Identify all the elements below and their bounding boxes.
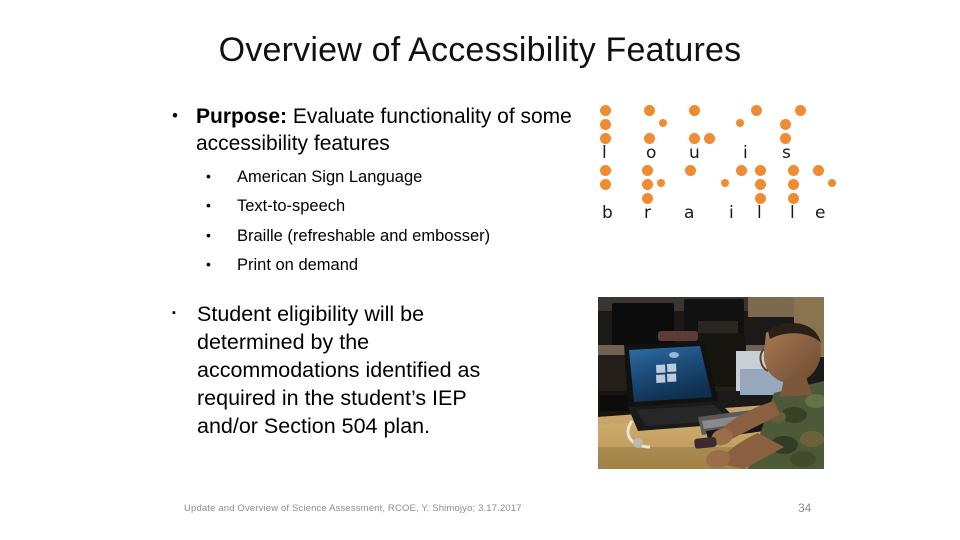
braille-letter: r: [644, 203, 651, 223]
bullet-marker-dot: •: [206, 226, 211, 243]
louis-braille-logo: l o u i s b r a i l l e: [596, 104, 836, 224]
list-item: • Print on demand: [206, 257, 592, 274]
footer-source-note: Update and Overview of Science Assessmen…: [184, 503, 522, 514]
braille-dot: [644, 105, 655, 116]
page-title: Overview of Accessibility Features: [218, 31, 742, 69]
braille-dot: [780, 119, 791, 130]
braille-dot: [795, 105, 806, 116]
braille-dot: [721, 179, 729, 187]
braille-row-louis: l o u i s: [596, 104, 830, 164]
braille-letter: l: [602, 143, 607, 163]
student-braille-display-photo: [598, 297, 824, 469]
bullet-marker-dot: •: [206, 167, 211, 184]
bullet-marker-dot: •: [172, 106, 178, 125]
braille-dot: [736, 165, 747, 176]
braille-dot: [788, 165, 799, 176]
braille-letter: s: [782, 143, 791, 163]
braille-dot: [659, 119, 667, 127]
braille-dot: [751, 105, 762, 116]
bullet-purpose-lead: Purpose:: [196, 105, 293, 128]
bullet-purpose-text: Purpose: Evaluate functionality of some …: [196, 104, 592, 158]
list-item-label: Print on demand: [237, 256, 359, 275]
slide-body-content: • Purpose: Evaluate functionality of som…: [172, 104, 592, 440]
braille-letter: o: [646, 143, 657, 163]
braille-dot: [685, 165, 696, 176]
braille-letter: u: [689, 143, 700, 163]
braille-letter: i: [743, 143, 748, 163]
braille-dot: [657, 179, 665, 187]
braille-dot: [788, 179, 799, 190]
braille-cell-i2: [721, 164, 747, 224]
braille-cell-i: [736, 104, 762, 164]
accessibility-feature-list: • American Sign Language • Text-to-speec…: [206, 167, 592, 274]
bullet-marker-dot: •: [206, 197, 211, 214]
list-item-label: Text-to-speech: [237, 197, 346, 216]
braille-dot: [689, 105, 700, 116]
braille-dot: [642, 179, 653, 190]
braille-row-braille: b r a i l l e: [596, 164, 836, 224]
bullet-eligibility-text: Student eligibility will be determined b…: [197, 301, 481, 438]
bullet-marker-square: ▪: [172, 306, 176, 319]
braille-dot: [736, 119, 744, 127]
bullet-eligibility-block: ▪ Student eligibility will be determined…: [172, 301, 592, 441]
braille-dot: [704, 133, 715, 144]
list-item: • American Sign Language: [206, 167, 592, 186]
bullet-purpose: • Purpose: Evaluate functionality of som…: [172, 104, 592, 158]
braille-letter: b: [602, 203, 613, 223]
braille-letter: i: [729, 203, 734, 223]
bullet-marker-dot: •: [206, 256, 211, 273]
braille-dot: [828, 179, 836, 187]
list-item: • Braille (refreshable and embosser): [206, 226, 592, 245]
list-item: • Text-to-speech: [206, 198, 592, 215]
braille-dot: [755, 165, 766, 176]
braille-letter: l: [757, 203, 762, 223]
braille-letter: l: [790, 203, 795, 223]
braille-dot: [755, 179, 766, 190]
braille-dot: [642, 165, 653, 176]
braille-dot: [600, 119, 611, 130]
braille-dot: [600, 165, 611, 176]
photo-illustration: [598, 297, 824, 469]
braille-dot: [600, 105, 611, 116]
bullet-eligibility: ▪ Student eligibility will be determined…: [172, 301, 592, 441]
braille-letter: e: [815, 203, 826, 223]
list-item-label: American Sign Language: [237, 167, 423, 186]
braille-dot: [813, 165, 824, 176]
braille-letter: a: [684, 203, 695, 223]
page-number: 34: [798, 501, 812, 515]
braille-dot: [600, 179, 611, 190]
list-item-label: Braille (refreshable and embosser): [237, 226, 491, 245]
